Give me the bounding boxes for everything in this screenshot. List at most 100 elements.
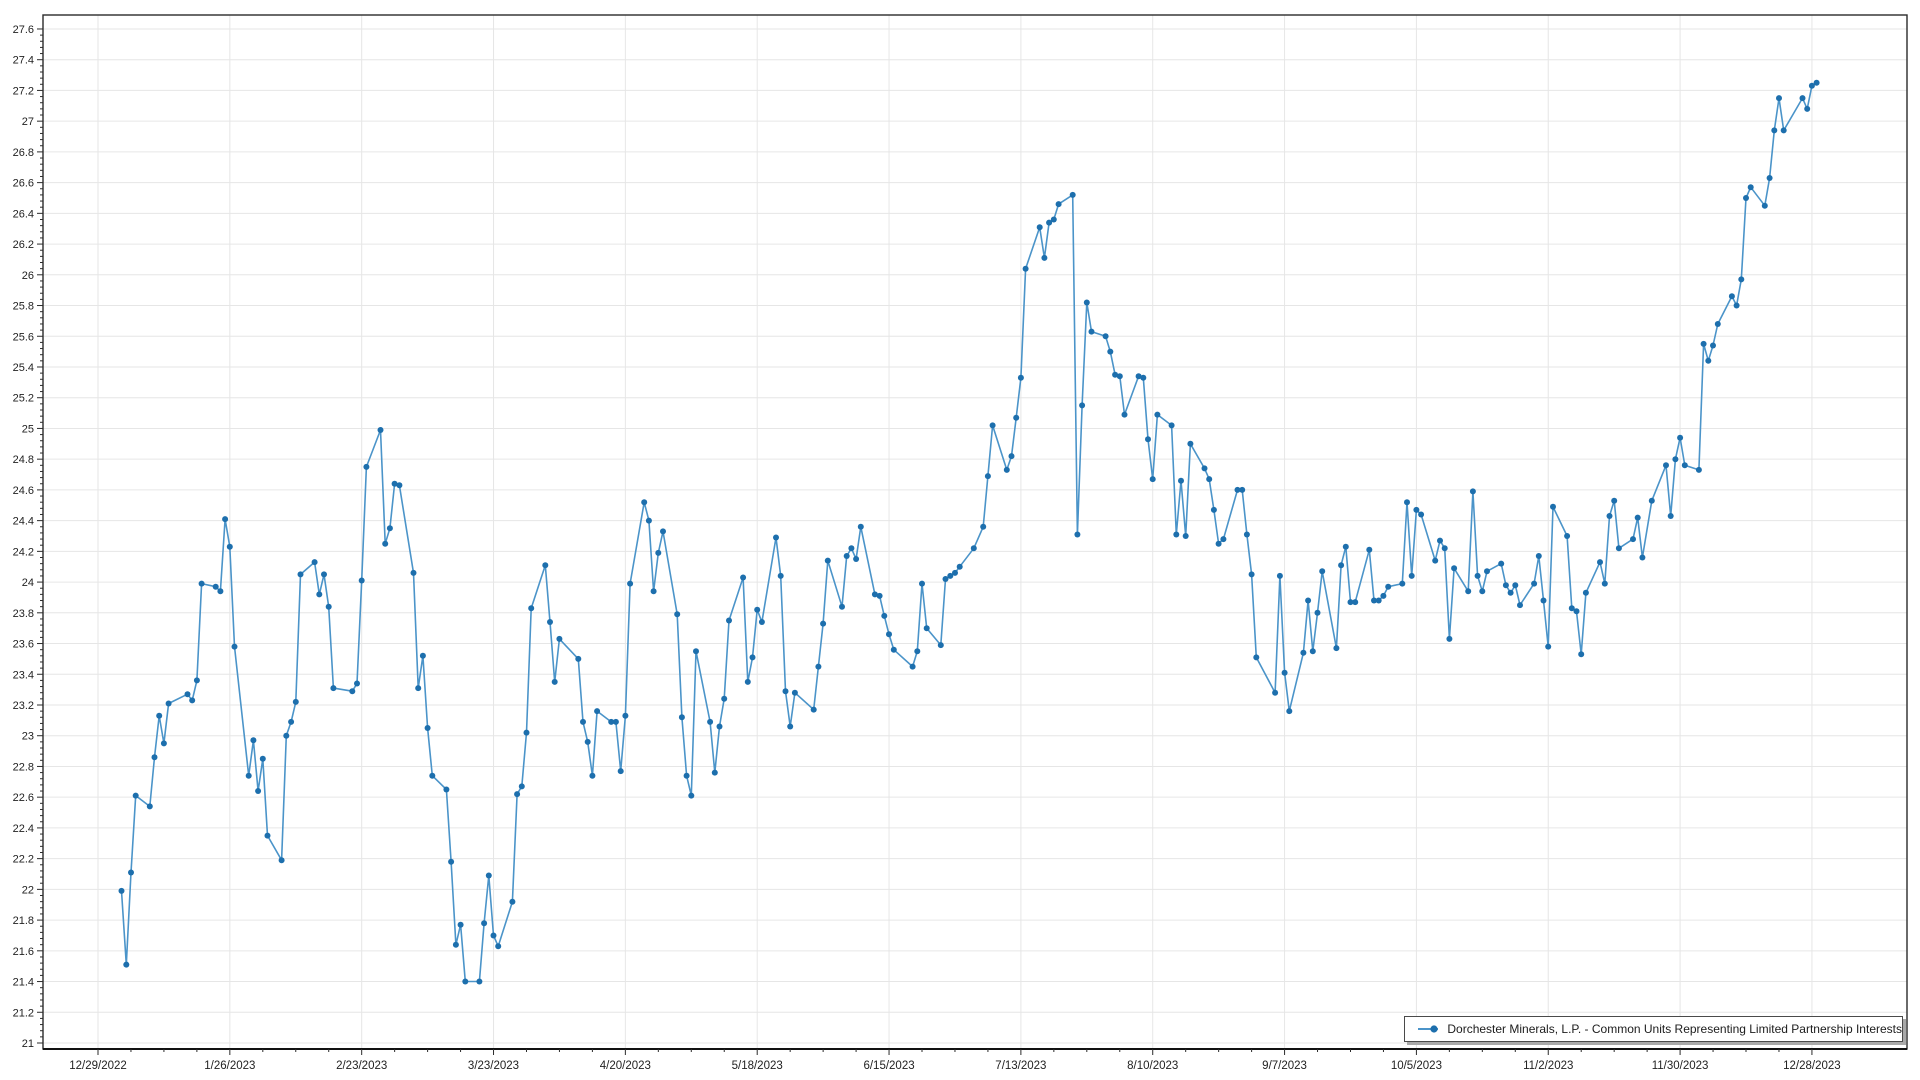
data-point-marker (844, 553, 850, 559)
data-point-marker (161, 740, 167, 746)
data-point-marker (1352, 599, 1358, 605)
data-point-marker (1315, 610, 1321, 616)
chart-window: 2121.221.421.621.82222.222.422.622.82323… (0, 0, 1920, 1080)
data-point-marker (811, 707, 817, 713)
data-point-marker (1399, 581, 1405, 587)
y-tick-label: 25.6 (13, 331, 34, 343)
data-point-marker (1602, 581, 1608, 587)
data-point-marker (759, 619, 765, 625)
data-point-marker (1668, 513, 1674, 519)
y-tick-label: 22.6 (13, 792, 34, 804)
data-point-marker (514, 791, 520, 797)
data-point-marker (1804, 106, 1810, 112)
data-point-marker (877, 593, 883, 599)
data-point-marker (1479, 588, 1485, 594)
data-point-marker (552, 679, 558, 685)
data-point-marker (1743, 195, 1749, 201)
data-point-marker (321, 571, 327, 577)
data-point-marker (1682, 462, 1688, 468)
price-chart[interactable]: 2121.221.421.621.82222.222.422.622.82323… (0, 0, 1920, 1080)
data-point-marker (166, 701, 172, 707)
data-point-marker (420, 653, 426, 659)
y-tick-label: 23.6 (13, 639, 34, 651)
data-point-marker (1663, 462, 1669, 468)
data-point-marker (1037, 224, 1043, 230)
data-point-marker (1550, 504, 1556, 510)
data-point-marker (627, 581, 633, 587)
data-point-marker (646, 518, 652, 524)
data-point-marker (1738, 276, 1744, 282)
data-point-marker (622, 713, 628, 719)
data-point-marker (528, 605, 534, 611)
data-point-marker (1056, 201, 1062, 207)
legend-line-marker-icon (1417, 1024, 1438, 1034)
data-point-marker (585, 739, 591, 745)
data-point-marker (1701, 341, 1707, 347)
data-point-marker (815, 664, 821, 670)
data-point-marker (147, 803, 153, 809)
data-point-marker (152, 754, 158, 760)
data-point-marker (891, 647, 897, 653)
data-point-marker (519, 783, 525, 789)
data-point-marker (792, 690, 798, 696)
x-tick-label: 11/2/2023 (1523, 1060, 1573, 1072)
data-point-marker (1216, 541, 1222, 547)
data-point-marker (971, 545, 977, 551)
price-line (122, 83, 1817, 982)
data-point-marker (542, 562, 548, 568)
y-tick-label: 24.8 (13, 454, 34, 466)
data-point-marker (1277, 573, 1283, 579)
data-point-marker (787, 724, 793, 730)
y-tick-label: 25.2 (13, 393, 34, 405)
legend: Dorchester Minerals, L.P. - Common Units… (1404, 1016, 1903, 1042)
data-point-marker (1041, 255, 1047, 261)
y-tick-label: 21.4 (13, 977, 34, 989)
data-point-marker (1715, 321, 1721, 327)
y-tick-label: 24 (22, 577, 34, 589)
data-point-marker (1154, 412, 1160, 418)
data-point-marker (957, 564, 963, 570)
data-point-marker (495, 943, 501, 949)
y-tick-label: 21.2 (13, 1007, 34, 1019)
data-point-marker (1710, 343, 1716, 349)
y-tick-label: 25.4 (13, 362, 34, 374)
data-point-marker (1305, 598, 1311, 604)
data-point-marker (354, 681, 360, 687)
data-point-marker (783, 688, 789, 694)
data-point-marker (858, 524, 864, 530)
data-point-marker (773, 535, 779, 541)
data-point-marker (462, 979, 468, 985)
data-point-marker (524, 730, 530, 736)
data-point-marker (227, 544, 233, 550)
data-point-marker (330, 685, 336, 691)
data-point-marker (1319, 568, 1325, 574)
data-point-marker (990, 422, 996, 428)
data-point-marker (1677, 435, 1683, 441)
y-tick-label: 24.6 (13, 485, 34, 497)
data-point-marker (1178, 478, 1184, 484)
x-tick-label: 6/15/2023 (863, 1060, 914, 1072)
data-point-marker (938, 642, 944, 648)
data-point-marker (128, 870, 134, 876)
data-point-marker (721, 696, 727, 702)
data-point-marker (448, 859, 454, 865)
data-point-marker (1776, 95, 1782, 101)
data-point-marker (1272, 690, 1278, 696)
data-point-marker (1300, 650, 1306, 656)
y-tick-label: 26.2 (13, 239, 34, 251)
data-point-marker (1013, 415, 1019, 421)
data-point-marker (1122, 412, 1128, 418)
y-tick-label: 27.6 (13, 24, 34, 36)
data-point-marker (717, 724, 723, 730)
data-point-marker (910, 664, 916, 670)
data-point-marker (1404, 499, 1410, 505)
x-tick-label: 11/30/2023 (1652, 1060, 1709, 1072)
data-point-marker (674, 611, 680, 617)
data-point-marker (246, 773, 252, 779)
y-tick-label: 21.6 (13, 946, 34, 958)
x-tick-label: 5/18/2023 (732, 1060, 783, 1072)
data-point-marker (853, 556, 859, 562)
y-tick-label: 24.2 (13, 546, 34, 558)
data-point-marker (778, 573, 784, 579)
y-tick-label: 22.4 (13, 823, 34, 835)
